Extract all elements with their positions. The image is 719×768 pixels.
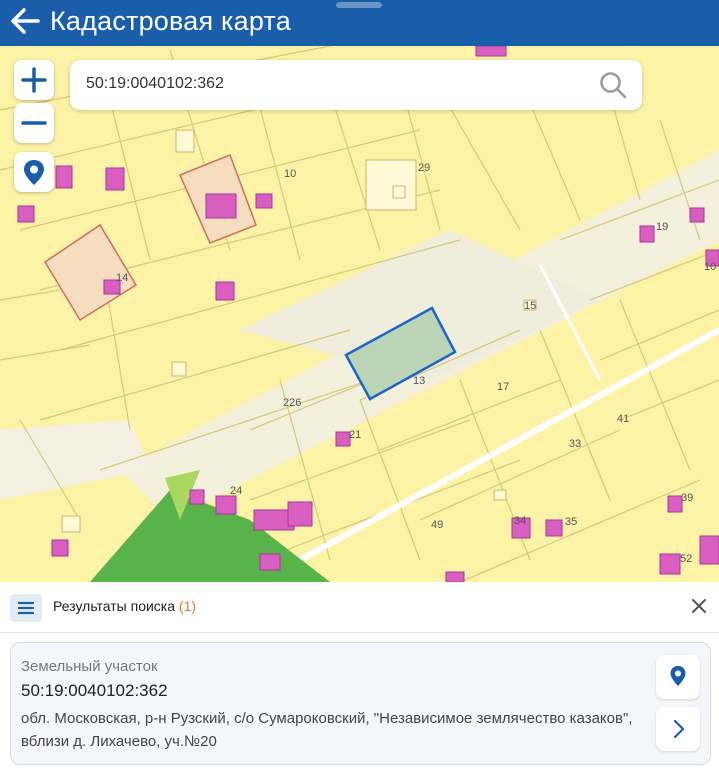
- open-details-button[interactable]: [656, 707, 700, 751]
- map-label: 39: [681, 492, 693, 504]
- menu-button[interactable]: [10, 594, 42, 622]
- search-input[interactable]: 50:19:0040102:362: [86, 75, 224, 93]
- search-icon[interactable]: [598, 70, 628, 100]
- results-count: (1): [178, 598, 197, 614]
- minus-icon: [21, 121, 47, 125]
- map-label: 226: [283, 397, 301, 409]
- map-label: 52: [680, 553, 692, 565]
- drag-handle: [336, 2, 382, 8]
- map-label: 15: [524, 300, 536, 312]
- map-label: 19: [656, 221, 668, 233]
- map-label: 24: [230, 485, 242, 497]
- map-label: 10: [704, 261, 716, 273]
- map-label: 13: [413, 375, 425, 387]
- map-label: 14: [116, 272, 128, 284]
- address-text: обл. Московская, р-н Рузский, с/о Сумаро…: [21, 710, 633, 750]
- results-title: Результаты поиска (1): [53, 598, 196, 614]
- result-card[interactable]: Земельный участок 50:19:0040102:362 обл.…: [10, 642, 711, 765]
- back-arrow-icon[interactable]: [6, 4, 46, 38]
- plus-icon: [21, 67, 47, 93]
- page-title: Кадастровая карта: [50, 6, 291, 36]
- app-header: Кадастровая карта: [0, 0, 719, 46]
- location-pin-icon: [670, 666, 686, 686]
- map-label: 17: [497, 381, 509, 393]
- chevron-right-icon: [673, 719, 685, 739]
- cadastral-number: 50:19:0040102:362: [21, 681, 168, 700]
- map-label: 34: [514, 515, 526, 527]
- map-label: 21: [349, 429, 361, 441]
- map-label: 33: [569, 438, 581, 450]
- results-header: Результаты поиска (1): [0, 582, 719, 633]
- map-label: 49: [431, 519, 443, 531]
- menu-icon: [17, 601, 35, 615]
- results-label: Результаты поиска: [53, 598, 176, 614]
- map-label: 10: [284, 168, 296, 180]
- zoom-in-button[interactable]: [14, 60, 54, 100]
- map-canvas[interactable]: 10 29 14 226 21 24 15 13 17 33 41 19 39 …: [0, 46, 719, 582]
- object-type: Земельный участок: [21, 658, 158, 675]
- cadastral-map[interactable]: 10 29 14 226 21 24 15 13 17 33 41 19 39 …: [0, 46, 719, 582]
- map-label: 41: [617, 413, 629, 425]
- show-on-map-button[interactable]: [656, 655, 700, 699]
- location-pin-icon: [24, 160, 44, 185]
- map-label: 35: [565, 516, 577, 528]
- close-icon[interactable]: [689, 596, 709, 616]
- search-field[interactable]: 50:19:0040102:362: [70, 60, 642, 110]
- map-label: 29: [418, 162, 430, 174]
- my-location-button[interactable]: [14, 152, 54, 192]
- zoom-out-button[interactable]: [14, 103, 54, 143]
